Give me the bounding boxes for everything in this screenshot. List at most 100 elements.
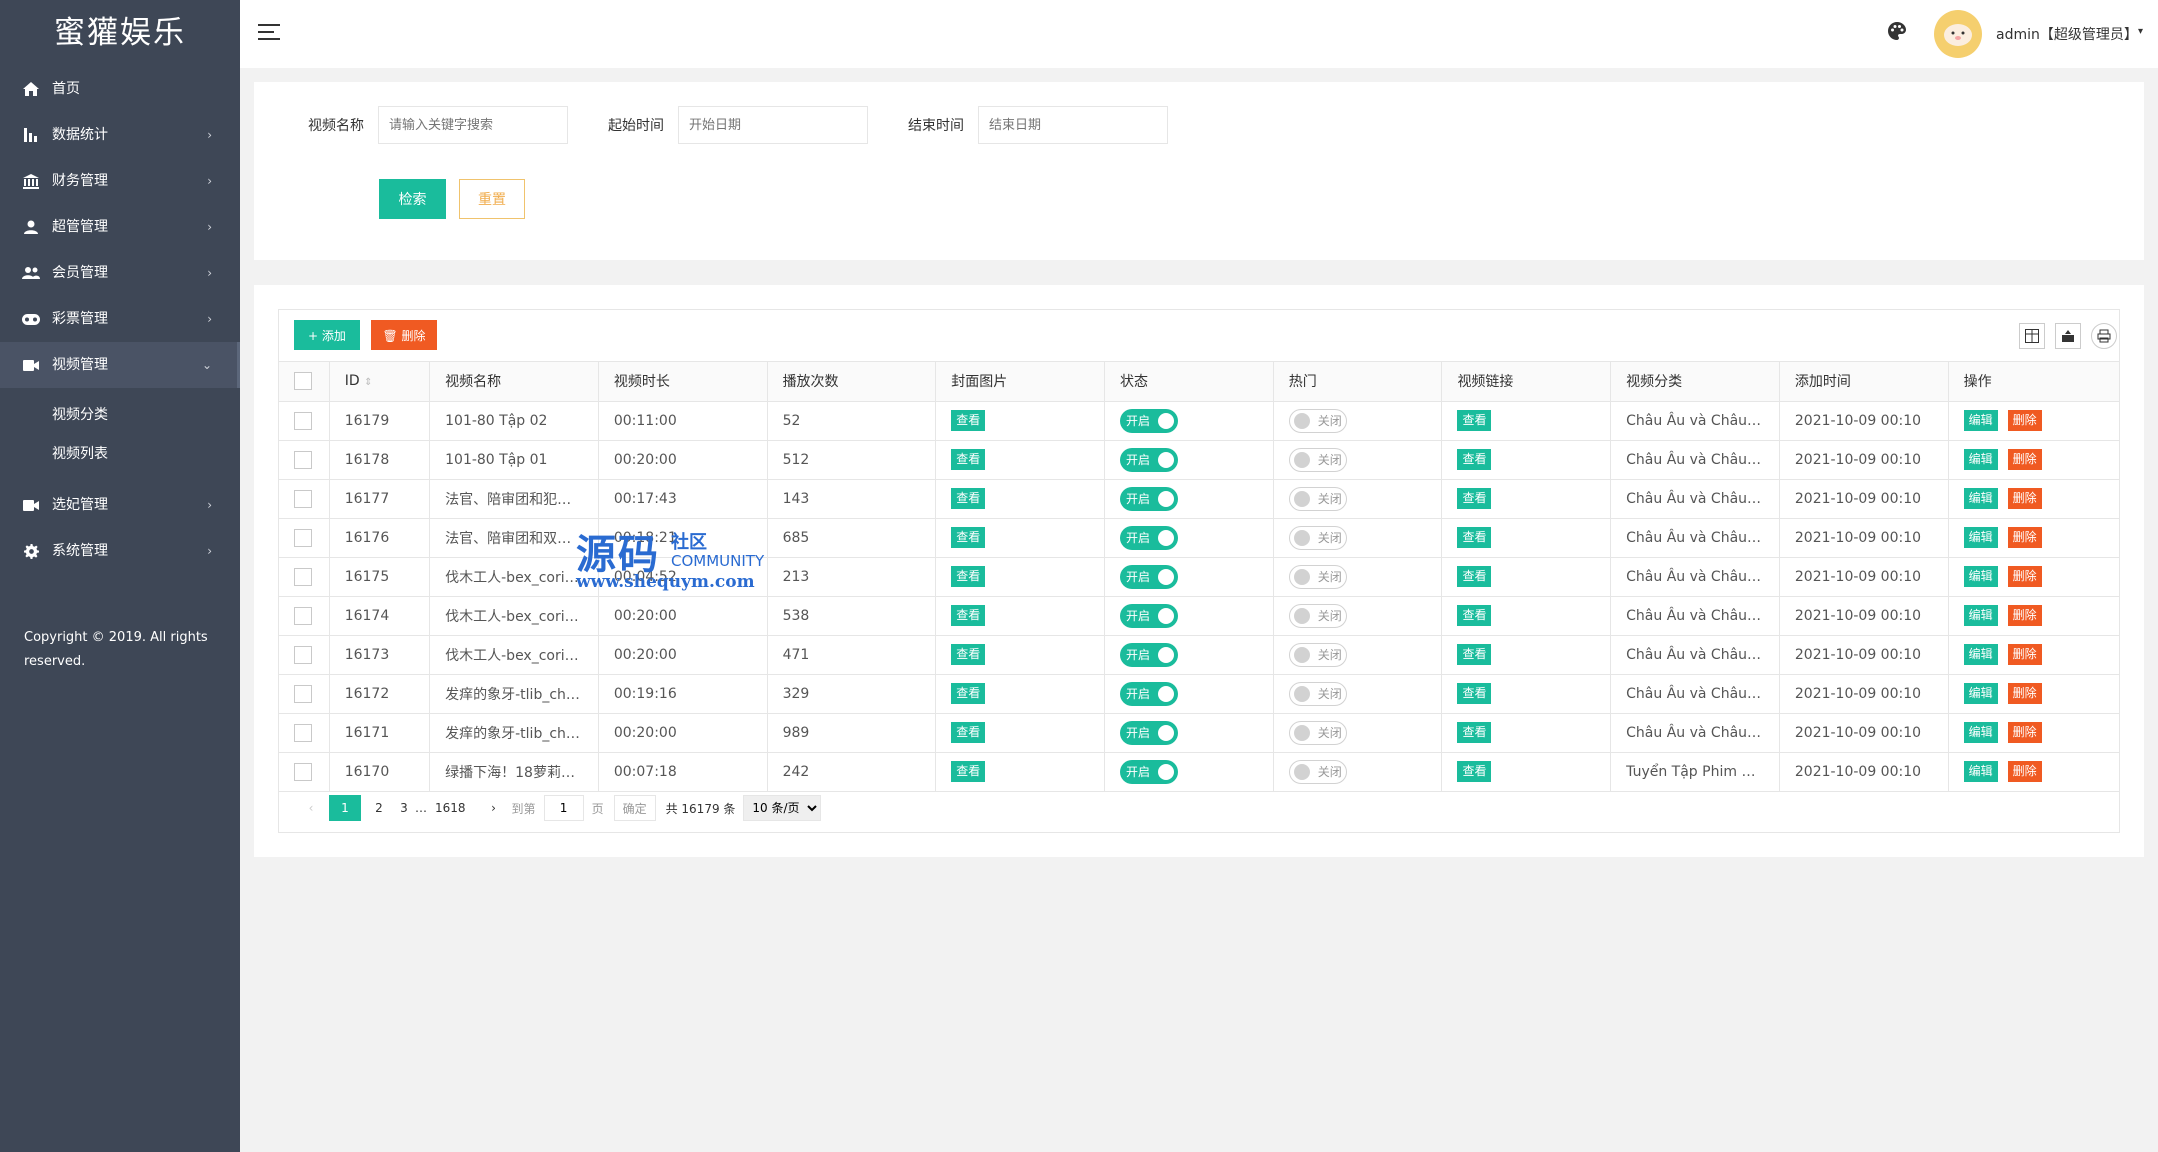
edit-button[interactable]: 编辑 (1963, 683, 1998, 704)
add-button[interactable]: + 添加 (294, 320, 360, 350)
next-page-icon[interactable]: › (480, 795, 508, 821)
view-link-button[interactable]: 查看 (1457, 644, 1492, 665)
delete-button[interactable]: 删除 (2007, 527, 2042, 548)
caret-down-icon[interactable]: ▾ (2138, 26, 2143, 37)
sort-icon[interactable]: ⇕ (364, 377, 372, 388)
row-checkbox[interactable] (294, 606, 312, 625)
edit-button[interactable]: 编辑 (1963, 605, 1998, 626)
status-toggle[interactable]: 开启 (1120, 564, 1178, 589)
search-button[interactable]: 检索 (379, 179, 446, 219)
status-toggle[interactable]: 开启 (1120, 759, 1178, 784)
view-cover-button[interactable]: 查看 (951, 605, 986, 626)
edit-button[interactable]: 编辑 (1963, 449, 1998, 470)
view-link-button[interactable]: 查看 (1457, 566, 1492, 587)
status-toggle[interactable]: 开启 (1120, 642, 1178, 667)
row-checkbox[interactable] (294, 528, 312, 547)
hot-toggle[interactable]: 关闭 (1288, 642, 1347, 667)
page-1[interactable]: 1 (329, 795, 361, 821)
view-link-button[interactable]: 查看 (1457, 449, 1492, 470)
view-link-button[interactable]: 查看 (1457, 527, 1492, 548)
edit-button[interactable]: 编辑 (1963, 722, 1998, 743)
print-icon[interactable] (2091, 323, 2117, 349)
view-cover-button[interactable]: 查看 (951, 449, 986, 470)
sidebar-item-system[interactable]: 系统管理 › (0, 528, 240, 574)
edit-button[interactable]: 编辑 (1963, 527, 1998, 548)
view-link-button[interactable]: 查看 (1457, 761, 1492, 782)
hot-toggle[interactable]: 关闭 (1288, 681, 1347, 706)
view-link-button[interactable]: 查看 (1457, 605, 1492, 626)
sidebar-item-selection[interactable]: 选妃管理 › (0, 482, 240, 528)
sidebar-item-stats[interactable]: 数据统计 › (0, 112, 240, 158)
delete-button[interactable]: 删除 (2007, 683, 2042, 704)
row-checkbox[interactable] (294, 489, 312, 508)
view-cover-button[interactable]: 查看 (951, 527, 986, 548)
status-toggle[interactable]: 开启 (1120, 720, 1178, 745)
export-icon[interactable] (2055, 323, 2081, 349)
edit-button[interactable]: 编辑 (1963, 410, 1998, 431)
col-id[interactable]: ID ⇕ (329, 362, 431, 402)
edit-button[interactable]: 编辑 (1963, 488, 1998, 509)
row-checkbox[interactable] (294, 450, 312, 469)
status-toggle[interactable]: 开启 (1120, 486, 1178, 511)
edit-button[interactable]: 编辑 (1963, 761, 1998, 782)
goto-confirm-button[interactable]: 确定 (613, 795, 656, 821)
delete-button[interactable]: 删除 (2007, 410, 2042, 431)
status-toggle[interactable]: 开启 (1120, 408, 1178, 433)
hot-toggle[interactable]: 关闭 (1288, 720, 1347, 745)
menu-toggle-icon[interactable] (258, 24, 280, 42)
view-cover-button[interactable]: 查看 (951, 488, 986, 509)
video-name-input[interactable] (378, 106, 568, 144)
view-link-button[interactable]: 查看 (1457, 488, 1492, 509)
sidebar-item-admin[interactable]: 超管管理 › (0, 204, 240, 250)
hot-toggle[interactable]: 关闭 (1288, 525, 1347, 550)
delete-button[interactable]: 删除 (2007, 761, 2042, 782)
view-link-button[interactable]: 查看 (1457, 410, 1492, 431)
sidebar-item-home[interactable]: 首页 (0, 66, 240, 112)
prev-page-icon[interactable]: ‹ (297, 795, 325, 821)
sidebar-item-finance[interactable]: 财务管理 › (0, 158, 240, 204)
status-toggle[interactable]: 开启 (1120, 603, 1178, 628)
row-checkbox[interactable] (294, 684, 312, 703)
submenu-item-video-list[interactable]: 视频列表 (0, 435, 240, 474)
status-toggle[interactable]: 开启 (1120, 447, 1178, 472)
status-toggle[interactable]: 开启 (1120, 681, 1178, 706)
batch-delete-button[interactable]: 🗑 删除 (371, 320, 437, 350)
delete-button[interactable]: 删除 (2007, 722, 2042, 743)
view-cover-button[interactable]: 查看 (951, 566, 986, 587)
hot-toggle[interactable]: 关闭 (1288, 564, 1347, 589)
view-link-button[interactable]: 查看 (1457, 722, 1492, 743)
user-name[interactable]: admin【超级管理员】 (1996, 24, 2138, 44)
start-date-input[interactable] (678, 106, 868, 144)
reset-button[interactable]: 重置 (459, 179, 525, 219)
submenu-item-video-category[interactable]: 视频分类 (0, 396, 240, 435)
delete-button[interactable]: 删除 (2007, 449, 2042, 470)
end-date-input[interactable] (978, 106, 1168, 144)
view-cover-button[interactable]: 查看 (951, 683, 986, 704)
delete-button[interactable]: 删除 (2007, 605, 2042, 626)
edit-button[interactable]: 编辑 (1963, 644, 1998, 665)
hot-toggle[interactable]: 关闭 (1288, 603, 1347, 628)
delete-button[interactable]: 删除 (2007, 566, 2042, 587)
goto-page-input[interactable] (543, 795, 584, 821)
view-cover-button[interactable]: 查看 (951, 410, 986, 431)
columns-filter-icon[interactable] (2019, 323, 2045, 349)
row-checkbox[interactable] (294, 411, 312, 430)
row-checkbox[interactable] (294, 567, 312, 586)
select-all-checkbox[interactable] (294, 372, 312, 391)
view-cover-button[interactable]: 查看 (951, 761, 986, 782)
view-cover-button[interactable]: 查看 (951, 722, 986, 743)
sidebar-item-video[interactable]: 视频管理 ⌄ (0, 342, 240, 388)
status-toggle[interactable]: 开启 (1120, 525, 1178, 550)
hot-toggle[interactable]: 关闭 (1288, 447, 1347, 472)
page-last[interactable]: 1618 (435, 795, 466, 821)
sidebar-item-members[interactable]: 会员管理 › (0, 250, 240, 296)
row-checkbox[interactable] (294, 645, 312, 664)
view-cover-button[interactable]: 查看 (951, 644, 986, 665)
hot-toggle[interactable]: 关闭 (1288, 486, 1347, 511)
page-3[interactable]: 3 (397, 795, 411, 821)
per-page-select[interactable]: 10 条/页 (743, 795, 822, 821)
delete-button[interactable]: 删除 (2007, 644, 2042, 665)
edit-button[interactable]: 编辑 (1963, 566, 1998, 587)
view-link-button[interactable]: 查看 (1457, 683, 1492, 704)
palette-icon[interactable] (1888, 22, 1910, 44)
